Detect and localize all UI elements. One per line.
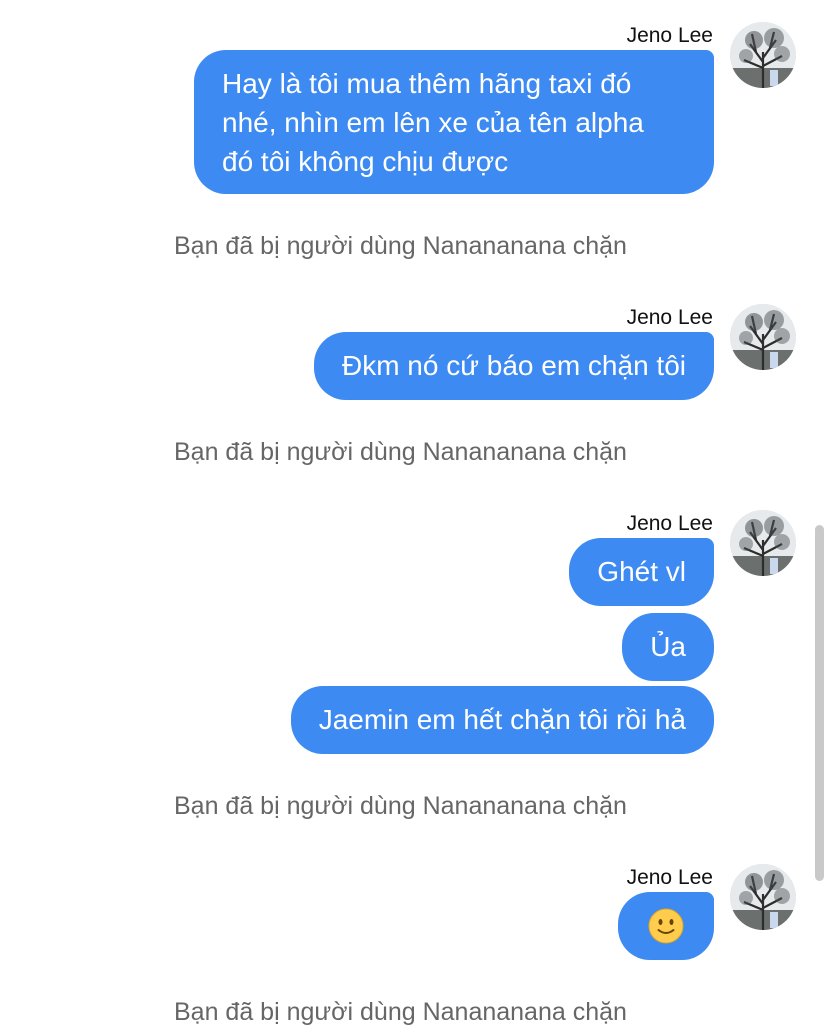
message-bubble[interactable]: Đkm nó cứ báo em chặn tôi [313, 332, 714, 400]
message-text: Đkm nó cứ báo em chặn tôi [341, 350, 686, 381]
avatar-tree-photo-icon [730, 864, 796, 930]
avatar-tree-photo-icon [730, 510, 796, 576]
message-bubble[interactable] [618, 892, 714, 960]
avatar-tree-photo-icon [730, 22, 796, 88]
avatar[interactable] [730, 304, 796, 370]
sender-name: Jeno Lee [626, 866, 713, 889]
blocked-notice: Bạn đã bị người dùng Nanananana chặn [174, 438, 627, 466]
message-bubble[interactable]: Ghét vl [569, 538, 714, 606]
message-text: Jaemin em hết chặn tôi rồi hả [318, 704, 686, 735]
blocked-notice: Bạn đã bị người dùng Nanananana chặn [174, 998, 627, 1026]
message-text: Ủa [650, 631, 686, 662]
sender-name: Jeno Lee [626, 24, 713, 47]
message-bubble[interactable]: Jaemin em hết chặn tôi rồi hả [290, 686, 714, 754]
scrollbar[interactable] [815, 525, 824, 881]
blocked-notice: Bạn đã bị người dùng Nanananana chặn [174, 232, 627, 260]
avatar[interactable] [730, 22, 796, 88]
blocked-notice: Bạn đã bị người dùng Nanananana chặn [174, 792, 627, 820]
message-bubble[interactable]: Hay là tôi mua thêm hãng taxi đó nhé, nh… [194, 50, 714, 194]
message-text: Hay là tôi mua thêm hãng taxi đó nhé, nh… [222, 68, 644, 177]
slightly-smiling-face-emoji-icon [648, 908, 684, 944]
sender-name: Jeno Lee [626, 306, 713, 329]
avatar[interactable] [730, 510, 796, 576]
message-bubble[interactable]: Ủa [622, 613, 714, 681]
sender-name: Jeno Lee [626, 512, 713, 535]
chat-thread: Jeno Lee Hay là tôi mua thêm hãng taxi đ… [0, 0, 828, 1035]
avatar[interactable] [730, 864, 796, 930]
message-text: Ghét vl [597, 556, 686, 587]
avatar-tree-photo-icon [730, 304, 796, 370]
